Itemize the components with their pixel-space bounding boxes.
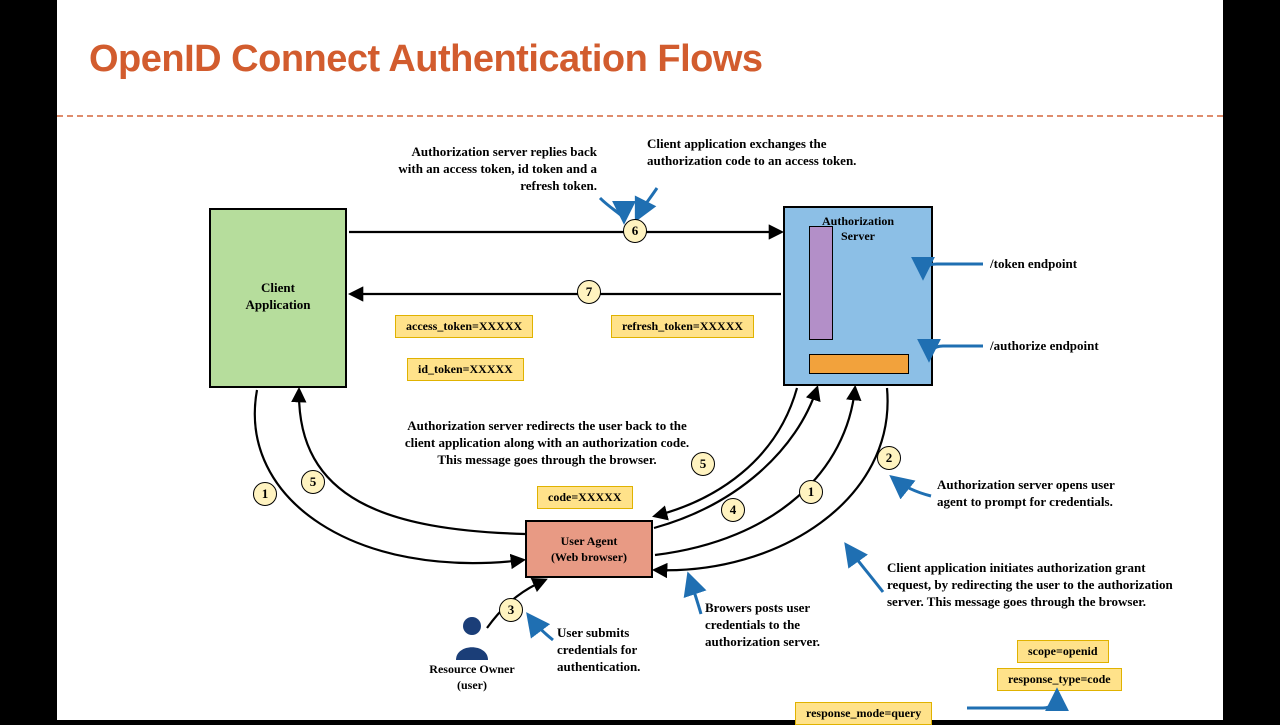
caption-6: Client application exchanges the authori…	[647, 136, 857, 170]
step-1-left: 1	[253, 482, 277, 506]
callout-token-endpoint: /token endpoint	[990, 256, 1077, 273]
tag-response-mode: response_mode=query	[795, 702, 932, 725]
step-7: 7	[577, 280, 601, 304]
user-icon	[452, 615, 492, 660]
tag-code: code=XXXXX	[537, 486, 633, 509]
node-authorization-server: AuthorizationServer	[783, 206, 933, 386]
caption-4: Browers posts user credentials to the au…	[705, 600, 855, 651]
step-4: 4	[721, 498, 745, 522]
caption-3: User submits credentials for authenticat…	[557, 625, 687, 676]
token-endpoint-bar	[809, 226, 833, 340]
step-6: 6	[623, 219, 647, 243]
node-user-agent: User Agent(Web browser)	[525, 520, 653, 578]
step-3: 3	[499, 598, 523, 622]
step-1-right: 1	[799, 480, 823, 504]
tag-response-type: response_type=code	[997, 668, 1122, 691]
authorize-endpoint-bar	[809, 354, 909, 374]
page-title: OpenID Connect Authentication Flows	[89, 38, 763, 81]
divider	[57, 115, 1223, 117]
step-2: 2	[877, 446, 901, 470]
step-5-left: 5	[301, 470, 325, 494]
caption-1: Client application initiates authorizati…	[887, 560, 1177, 611]
node-client-application: ClientApplication	[209, 208, 347, 388]
tag-id-token: id_token=XXXXX	[407, 358, 524, 381]
resource-owner-label: Resource Owner(user)	[412, 662, 532, 693]
tag-access-token: access_token=XXXXX	[395, 315, 533, 338]
step-5-right: 5	[691, 452, 715, 476]
caption-5: Authorization server redirects the user …	[402, 418, 692, 469]
tag-refresh-token: refresh_token=XXXXX	[611, 315, 754, 338]
tag-scope: scope=openid	[1017, 640, 1109, 663]
callout-authorize-endpoint: /authorize endpoint	[990, 338, 1099, 355]
caption-7: Authorization server replies back with a…	[387, 144, 597, 195]
caption-2: Authorization server opens user agent to…	[937, 477, 1117, 511]
